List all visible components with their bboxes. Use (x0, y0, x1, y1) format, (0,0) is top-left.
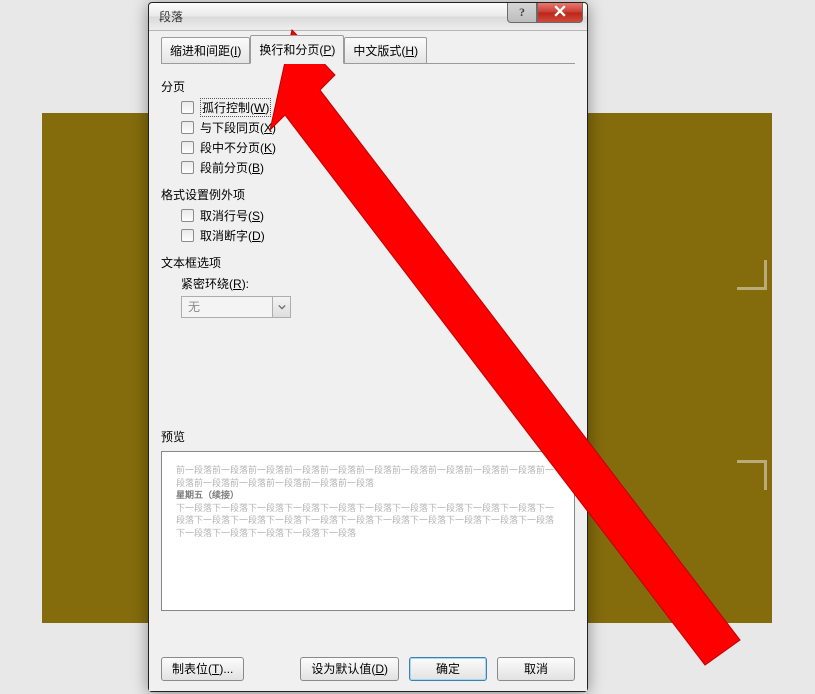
checkbox-widow-control-row[interactable]: 孤行控制(W) (181, 99, 575, 116)
tight-wrap-dropdown-button[interactable] (273, 296, 291, 318)
checkbox-suppress-line-numbers[interactable] (181, 209, 194, 222)
dialog-body: 缩进和间距(I) 换行和分页(P) 中文版式(H) 分页 孤行控制(W) 与下段… (149, 31, 587, 691)
checkbox-no-hyphenation-row[interactable]: 取消断字(D) (181, 227, 575, 244)
dialog-footer: 制表位(T)... 设为默认值(D) 确定 取消 (161, 657, 575, 681)
help-button[interactable]: ? (507, 3, 537, 23)
checkbox-suppress-line-numbers-row[interactable]: 取消行号(S) (181, 207, 575, 224)
checkbox-keep-with-next-row[interactable]: 与下段同页(X) (181, 119, 575, 136)
ok-button[interactable]: 确定 (409, 657, 487, 681)
titlebar[interactable]: 段落 ? (149, 3, 587, 31)
crop-mark-bottom-right (737, 460, 767, 490)
crop-mark-top-right (737, 260, 767, 290)
help-icon: ? (519, 5, 525, 20)
tabstops-button[interactable]: 制表位(T)... (161, 657, 244, 681)
tab-line-page-breaks[interactable]: 换行和分页(P) (250, 35, 344, 64)
group-textbox-options-label: 文本框选项 (161, 254, 575, 271)
tab-strip: 缩进和间距(I) 换行和分页(P) 中文版式(H) (161, 37, 575, 64)
tight-wrap-label: 紧密环绕(R): (181, 275, 575, 292)
preview-current-text: 星期五（续接） (176, 489, 560, 502)
paragraph-dialog: 段落 ? 缩进和间距(I) 换行和分页(P) 中文版式(H) (148, 2, 588, 692)
close-button[interactable] (537, 3, 583, 23)
checkbox-page-break-before-row[interactable]: 段前分页(B) (181, 159, 575, 176)
checkbox-keep-lines-together[interactable] (181, 141, 194, 154)
checkbox-keep-lines-together-row[interactable]: 段中不分页(K) (181, 139, 575, 156)
tab-asian-typography[interactable]: 中文版式(H) (344, 37, 427, 64)
chevron-down-icon (278, 300, 286, 314)
preview-label: 预览 (161, 428, 575, 445)
tight-wrap-dropdown[interactable]: 无 (181, 296, 291, 318)
set-default-button[interactable]: 设为默认值(D) (300, 657, 399, 681)
close-icon (554, 5, 566, 20)
tab-content: 分页 孤行控制(W) 与下段同页(X) 段中不分页(K) 段前分页(B) 格式设… (161, 63, 575, 645)
checkbox-page-break-before[interactable] (181, 161, 194, 174)
group-pagination-label: 分页 (161, 78, 575, 95)
checkbox-widow-control[interactable] (181, 101, 194, 114)
preview-box: 前一段落前一段落前一段落前一段落前一段落前一段落前一段落前一段落前一段落前一段落… (161, 451, 575, 611)
preview-before-text: 前一段落前一段落前一段落前一段落前一段落前一段落前一段落前一段落前一段落前一段落… (176, 464, 560, 489)
checkbox-no-hyphenation[interactable] (181, 229, 194, 242)
dialog-title: 段落 (159, 8, 183, 25)
preview-after-text: 下一段落下一段落下一段落下一段落下一段落下一段落下一段落下一段落下一段落下一段落… (176, 502, 560, 540)
checkbox-keep-with-next[interactable] (181, 121, 194, 134)
tab-indent-spacing[interactable]: 缩进和间距(I) (161, 37, 250, 64)
cancel-button[interactable]: 取消 (497, 657, 575, 681)
tight-wrap-value: 无 (181, 296, 273, 318)
group-format-exceptions-label: 格式设置例外项 (161, 186, 575, 203)
